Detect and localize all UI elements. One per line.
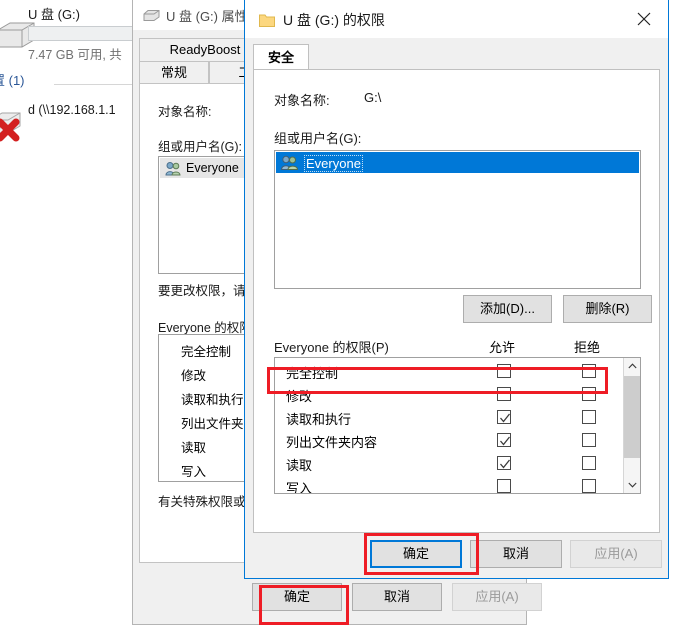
chevron-down-icon[interactable] bbox=[624, 476, 640, 493]
deny-checkbox[interactable] bbox=[582, 364, 596, 378]
permissions-title-text: U 盘 (G:) 的权限 bbox=[283, 12, 385, 28]
permissions-tabstrip: 安全 bbox=[253, 44, 660, 70]
table-row[interactable]: 修改 bbox=[181, 365, 206, 384]
explorer-drive-label[interactable]: U 盘 (G:) bbox=[28, 4, 80, 23]
close-icon[interactable] bbox=[622, 0, 668, 37]
deny-checkbox[interactable] bbox=[582, 387, 596, 401]
table-row[interactable]: 列出文件夹内容 bbox=[275, 429, 623, 452]
check-icon bbox=[500, 436, 511, 446]
group-or-user-label: 组或用户名(G): bbox=[274, 131, 362, 146]
table-row[interactable]: 写入 bbox=[181, 461, 206, 480]
table-row[interactable]: 写入 bbox=[275, 475, 623, 494]
explorer-group-header: 置 (1) bbox=[0, 73, 25, 88]
scrollbar-thumb[interactable] bbox=[624, 376, 640, 458]
permissions-table-scrollbar[interactable] bbox=[623, 358, 640, 493]
properties-object-name-label: 对象名称: bbox=[158, 105, 212, 119]
drive-capacity-text: 7.47 GB 可用, 共 bbox=[28, 48, 122, 62]
users-group-icon bbox=[280, 155, 299, 170]
column-header-allow: 允许 bbox=[489, 340, 516, 355]
allow-checkbox[interactable] bbox=[497, 479, 511, 493]
table-row[interactable]: 修改 bbox=[275, 383, 623, 406]
permissions-for-label: Everyone 的权限(P) bbox=[274, 340, 389, 355]
table-row[interactable]: 完全控制 bbox=[181, 341, 231, 360]
check-icon bbox=[500, 459, 511, 469]
allow-checkbox[interactable] bbox=[497, 433, 511, 447]
table-row-label: 列出文件夹内容 bbox=[286, 435, 378, 450]
table-row-label: 完全控制 bbox=[286, 366, 339, 381]
chevron-up-icon[interactable] bbox=[624, 358, 640, 375]
permissions-dialog: U 盘 (G:) 的权限 安全 对象名称: G:\ 组或用户名(G): Ever… bbox=[244, 0, 669, 579]
add-button[interactable]: 添加(D)... bbox=[463, 295, 552, 323]
tab-security[interactable]: 安全 bbox=[253, 44, 309, 70]
table-row-label: 读取 bbox=[286, 458, 313, 473]
explorer-network-item[interactable]: d (\\192.168.1.1 bbox=[28, 103, 116, 117]
folder-icon bbox=[259, 13, 275, 27]
list-item-label: Everyone bbox=[304, 155, 363, 172]
allow-checkbox[interactable] bbox=[497, 410, 511, 424]
drive-icon bbox=[143, 9, 160, 22]
table-row-label: 修改 bbox=[286, 389, 313, 404]
properties-ok-button[interactable]: 确定 bbox=[252, 583, 342, 611]
group-or-user-list[interactable]: Everyone bbox=[274, 150, 641, 289]
allow-checkbox[interactable] bbox=[497, 387, 511, 401]
properties-title-text: U 盘 (G:) 属性 bbox=[166, 9, 248, 24]
permissions-panel: 对象名称: G:\ 组或用户名(G): Everyone 添加(D)... 删除… bbox=[253, 69, 660, 533]
deny-checkbox[interactable] bbox=[582, 410, 596, 424]
tab-general[interactable]: 常规 bbox=[139, 61, 209, 84]
drive-capacity-bar bbox=[28, 26, 132, 41]
table-row-label: 写入 bbox=[286, 481, 313, 494]
allow-checkbox[interactable] bbox=[497, 456, 511, 470]
explorer-window: U 盘 (G:) 7.47 GB 可用, 共 置 (1) d (\\192.16… bbox=[0, 0, 132, 625]
list-item-label: Everyone bbox=[186, 161, 239, 175]
permissions-table[interactable]: 完全控制 修改 读取和执行 列出文件夹内容 读取 写入 bbox=[274, 357, 641, 494]
permissions-apply-button: 应用(A) bbox=[570, 540, 662, 568]
deny-checkbox[interactable] bbox=[582, 456, 596, 470]
permissions-titlebar[interactable]: U 盘 (G:) 的权限 bbox=[245, 0, 668, 38]
remove-button[interactable]: 删除(R) bbox=[563, 295, 652, 323]
table-row[interactable]: 读取 bbox=[275, 452, 623, 475]
object-name-value: G:\ bbox=[364, 90, 382, 105]
table-row[interactable]: 完全控制 bbox=[275, 360, 623, 383]
table-row[interactable]: 读取和执行 bbox=[181, 389, 244, 408]
properties-apply-button: 应用(A) bbox=[452, 583, 542, 611]
group-divider bbox=[54, 84, 132, 85]
deny-checkbox[interactable] bbox=[582, 433, 596, 447]
permissions-ok-button[interactable]: 确定 bbox=[370, 540, 462, 568]
object-name-label: 对象名称: bbox=[274, 93, 330, 108]
table-row-label: 读取和执行 bbox=[286, 412, 352, 427]
allow-checkbox[interactable] bbox=[497, 364, 511, 378]
users-group-icon bbox=[165, 161, 181, 176]
deny-checkbox[interactable] bbox=[582, 479, 596, 493]
table-row[interactable]: 读取 bbox=[181, 437, 206, 456]
permissions-cancel-button[interactable]: 取消 bbox=[470, 540, 562, 568]
check-icon bbox=[500, 413, 511, 423]
list-item[interactable]: Everyone bbox=[276, 152, 639, 173]
column-header-deny: 拒绝 bbox=[574, 340, 601, 355]
properties-group-label: 组或用户名(G): bbox=[158, 140, 243, 154]
properties-cancel-button[interactable]: 取消 bbox=[352, 583, 442, 611]
screen: U 盘 (G:) 7.47 GB 可用, 共 置 (1) d (\\192.16… bbox=[0, 0, 677, 625]
table-row[interactable]: 读取和执行 bbox=[275, 406, 623, 429]
